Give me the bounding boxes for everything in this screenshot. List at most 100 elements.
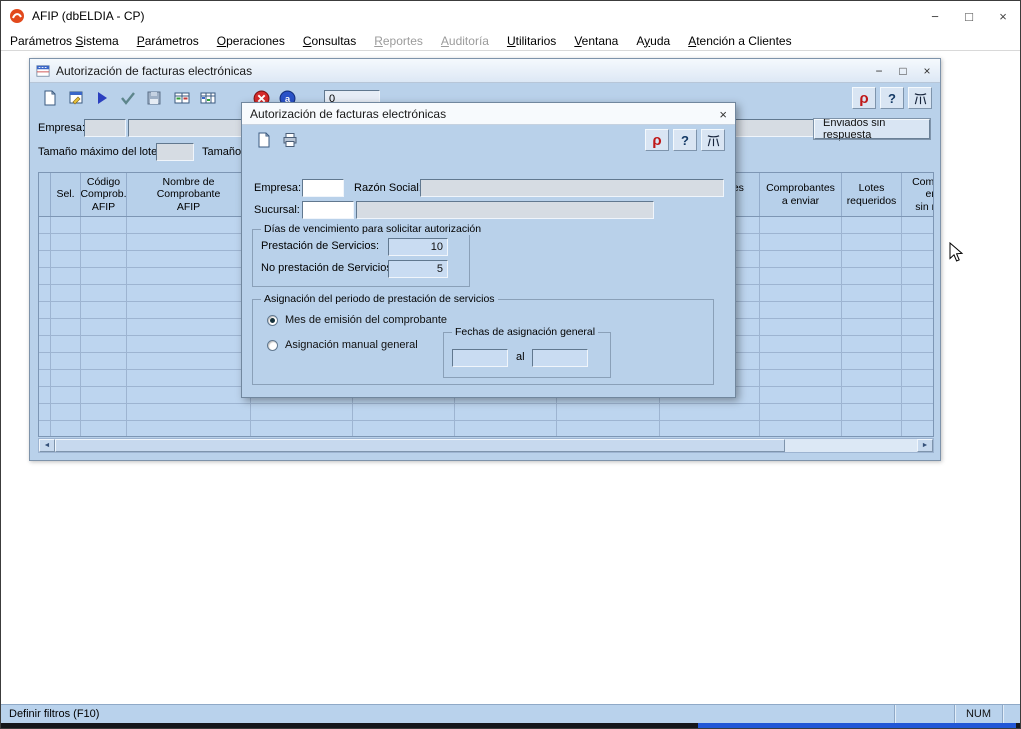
- minimize-button[interactable]: −: [918, 1, 952, 31]
- new-document-icon[interactable]: [252, 129, 276, 151]
- menu-item-par-metros-sistema[interactable]: Parámetros Sistema: [1, 32, 128, 50]
- table-cell: [127, 336, 251, 353]
- table-cell: [39, 336, 51, 353]
- fecha-hasta-field[interactable]: [532, 349, 588, 367]
- menu-item-consultas[interactable]: Consultas: [294, 32, 365, 50]
- column-header-10[interactable]: Lotes requeridos: [842, 173, 902, 216]
- edit-properties-icon[interactable]: [64, 87, 88, 109]
- save-icon[interactable]: [142, 87, 166, 109]
- table-cell: [51, 421, 81, 437]
- table-cell: [902, 421, 934, 437]
- horizontal-scrollbar[interactable]: ◄ ►: [38, 438, 934, 453]
- radio-manual-label: Asignación manual general: [285, 339, 418, 351]
- razon-social-field[interactable]: [420, 179, 724, 197]
- table-cell: [760, 370, 842, 387]
- exit-icon[interactable]: ρ: [852, 87, 876, 109]
- run-icon[interactable]: [90, 87, 114, 109]
- radio-button-checked[interactable]: [267, 315, 278, 326]
- table-cell: [39, 404, 51, 421]
- app-icon: [9, 8, 25, 24]
- column-header-3[interactable]: Nombre de Comprobante AFIP: [127, 173, 251, 216]
- table-cell: [760, 217, 842, 234]
- new-document-icon[interactable]: [38, 87, 62, 109]
- lots-grid-icon[interactable]: [170, 87, 194, 109]
- child-restore-button[interactable]: □: [896, 64, 910, 78]
- dialog-close-button[interactable]: ×: [719, 103, 727, 125]
- print-icon[interactable]: [278, 129, 302, 151]
- table-cell: [557, 404, 660, 421]
- table-cell: [81, 302, 127, 319]
- table-cell: [127, 217, 251, 234]
- radio-button-unchecked[interactable]: [267, 340, 278, 351]
- empresa-code-field[interactable]: [84, 119, 126, 137]
- empresa-code-field[interactable]: [302, 179, 344, 197]
- exit-icon[interactable]: ρ: [645, 129, 669, 151]
- enviados-sin-respuesta-button[interactable]: Enviados sin respuesta: [814, 119, 930, 139]
- table-cell: [660, 421, 760, 437]
- menu-item-atenci-n-a-clientes[interactable]: Atención a Clientes: [679, 32, 800, 50]
- table-cell: [81, 268, 127, 285]
- function-keys-icon[interactable]: [908, 87, 932, 109]
- no-prestacion-label: No prestación de Servicios:: [261, 262, 395, 274]
- table-cell: [127, 251, 251, 268]
- table-cell: [127, 234, 251, 251]
- table-cell: [842, 217, 902, 234]
- vencimiento-group: Días de vencimiento para solicitar autor…: [252, 229, 470, 287]
- taskbar-sliver: [698, 723, 1016, 729]
- restore-button[interactable]: □: [952, 1, 986, 31]
- table-cell: [760, 336, 842, 353]
- scroll-left-button[interactable]: ◄: [39, 439, 55, 452]
- child-close-button[interactable]: ×: [920, 64, 934, 78]
- help-button[interactable]: ?: [673, 129, 697, 151]
- table-cell: [51, 404, 81, 421]
- column-header-11[interactable]: Comprobantes enviados sin respuesta: [902, 173, 934, 216]
- column-header-2[interactable]: Código Comprob. AFIP: [81, 173, 127, 216]
- table-cell: [81, 251, 127, 268]
- prestacion-dias-field[interactable]: 10: [388, 238, 448, 256]
- menu-item-par-metros[interactable]: Parámetros: [128, 32, 208, 50]
- function-keys-icon[interactable]: [701, 129, 725, 151]
- scrollbar-thumb[interactable]: [55, 439, 785, 452]
- table-row[interactable]: [39, 404, 933, 421]
- table-cell: [51, 370, 81, 387]
- menu-item-ventana[interactable]: Ventana: [565, 32, 627, 50]
- table-cell: [760, 302, 842, 319]
- sucursal-name-field[interactable]: [356, 201, 654, 219]
- close-button[interactable]: ×: [986, 1, 1020, 31]
- dialog-titlebar[interactable]: Autorización de facturas electrónicas ×: [242, 103, 735, 125]
- no-prestacion-dias-field[interactable]: 5: [388, 260, 448, 278]
- scroll-right-button[interactable]: ►: [917, 439, 933, 452]
- menu-item-ayuda[interactable]: Ayuda: [627, 32, 679, 50]
- column-header-0[interactable]: [39, 173, 51, 216]
- menu-item-utilitarios[interactable]: Utilitarios: [498, 32, 565, 50]
- main-titlebar: AFIP (dbELDIA - CP) − □ ×: [1, 1, 1020, 31]
- table-cell: [902, 234, 934, 251]
- child-minimize-button[interactable]: −: [872, 64, 886, 78]
- fecha-desde-field[interactable]: [452, 349, 508, 367]
- confirm-check-icon[interactable]: [116, 87, 140, 109]
- table-cell: [51, 217, 81, 234]
- sucursal-code-field[interactable]: [302, 201, 354, 219]
- sucursal-label: Sucursal:: [254, 204, 300, 216]
- radio-mes-emision[interactable]: Mes de emisión del comprobante: [267, 314, 447, 326]
- table-cell: [842, 336, 902, 353]
- status-panel-empty: [894, 705, 954, 723]
- table-view-icon[interactable]: [196, 87, 220, 109]
- table-row[interactable]: [39, 421, 933, 437]
- help-button[interactable]: ?: [880, 87, 904, 109]
- radio-asignacion-manual[interactable]: Asignación manual general: [267, 339, 418, 351]
- status-panel-end: [1002, 705, 1020, 723]
- dialog-sucursal-row: Sucursal:: [254, 201, 723, 219]
- status-message: Definir filtros (F10): [1, 708, 894, 720]
- radio-mes-label: Mes de emisión del comprobante: [285, 314, 447, 326]
- table-cell: [127, 319, 251, 336]
- status-num-indicator: NUM: [954, 705, 1002, 723]
- lote-maximo-field[interactable]: [156, 143, 194, 161]
- autorizacion-dialog: Autorización de facturas electrónicas × …: [241, 102, 736, 398]
- table-cell: [81, 421, 127, 437]
- table-cell: [81, 217, 127, 234]
- column-header-9[interactable]: Comprobantes a enviar: [760, 173, 842, 216]
- child-titlebar[interactable]: Autorización de facturas electrónicas − …: [30, 59, 940, 83]
- column-header-1[interactable]: Sel.: [51, 173, 81, 216]
- menu-item-operaciones[interactable]: Operaciones: [208, 32, 294, 50]
